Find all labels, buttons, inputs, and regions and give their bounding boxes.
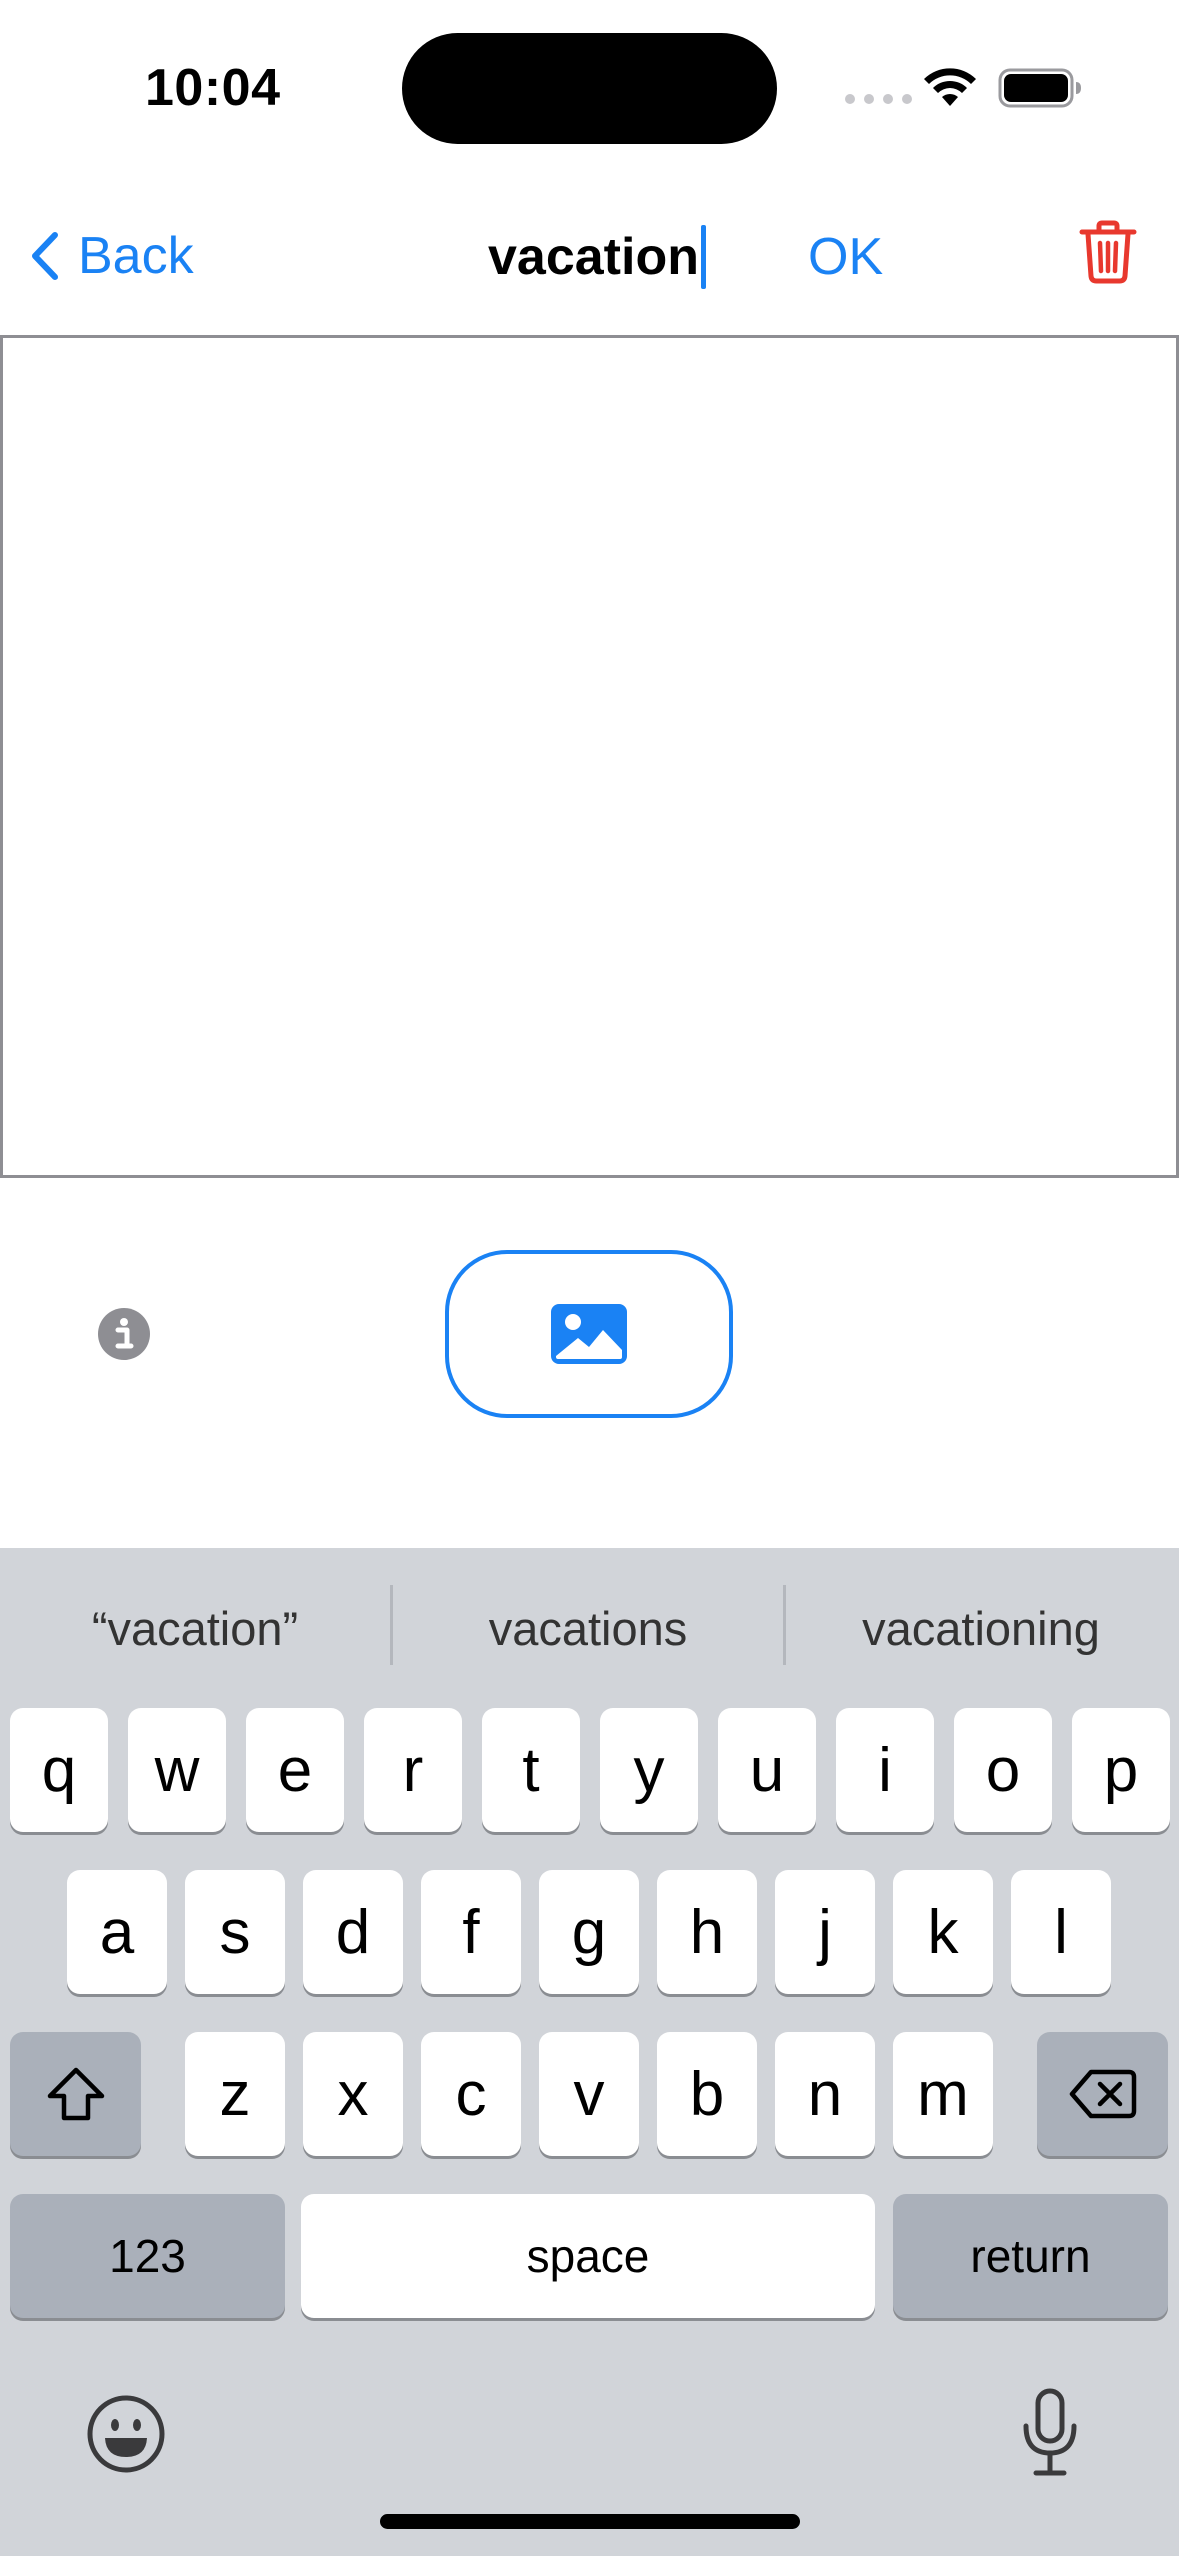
image-canvas[interactable] bbox=[0, 335, 1179, 1178]
key-s[interactable]: s bbox=[185, 1870, 285, 1994]
back-label: Back bbox=[78, 227, 194, 285]
delete-key[interactable] bbox=[1037, 2032, 1168, 2156]
title-text: vacation bbox=[488, 228, 699, 286]
keyboard: “vacation” vacations vacationing q w e r… bbox=[0, 1548, 1179, 2556]
key-h[interactable]: h bbox=[657, 1870, 757, 1994]
delete-icon bbox=[1069, 2069, 1136, 2119]
info-icon[interactable] bbox=[98, 1308, 150, 1360]
key-t[interactable]: t bbox=[482, 1708, 580, 1832]
key-g[interactable]: g bbox=[539, 1870, 639, 1994]
key-e[interactable]: e bbox=[246, 1708, 344, 1832]
dynamic-island bbox=[402, 33, 777, 144]
key-m[interactable]: m bbox=[893, 2032, 993, 2156]
battery-icon bbox=[998, 68, 1081, 108]
text-cursor bbox=[700, 225, 706, 289]
wifi-icon bbox=[924, 68, 976, 106]
key-c[interactable]: c bbox=[421, 2032, 521, 2156]
key-q[interactable]: q bbox=[10, 1708, 108, 1832]
key-a[interactable]: a bbox=[67, 1870, 167, 1994]
back-button[interactable]: Back bbox=[28, 218, 194, 294]
key-z[interactable]: z bbox=[185, 2032, 285, 2156]
trash-icon[interactable] bbox=[1078, 220, 1138, 284]
key-x[interactable]: x bbox=[303, 2032, 403, 2156]
microphone-icon[interactable] bbox=[1020, 2388, 1080, 2478]
key-i[interactable]: i bbox=[836, 1708, 934, 1832]
ok-button[interactable]: OK bbox=[808, 222, 883, 292]
key-p[interactable]: p bbox=[1072, 1708, 1170, 1832]
key-l[interactable]: l bbox=[1011, 1870, 1111, 1994]
chevron-left-icon bbox=[32, 232, 58, 280]
key-y[interactable]: y bbox=[600, 1708, 698, 1832]
key-v[interactable]: v bbox=[539, 2032, 639, 2156]
suggestion-item[interactable]: vacations bbox=[393, 1588, 783, 1668]
key-r[interactable]: r bbox=[364, 1708, 462, 1832]
shift-key[interactable] bbox=[10, 2032, 141, 2156]
shift-icon bbox=[47, 2067, 104, 2121]
signal-dots-icon bbox=[845, 94, 912, 104]
key-d[interactable]: d bbox=[303, 1870, 403, 1994]
key-u[interactable]: u bbox=[718, 1708, 816, 1832]
title-input[interactable]: vacation bbox=[488, 222, 706, 292]
key-j[interactable]: j bbox=[775, 1870, 875, 1994]
key-f[interactable]: f bbox=[421, 1870, 521, 1994]
return-key[interactable]: return bbox=[893, 2194, 1168, 2318]
suggestion-item[interactable]: vacationing bbox=[786, 1588, 1176, 1668]
photo-icon bbox=[551, 1304, 627, 1364]
space-key[interactable]: space bbox=[301, 2194, 875, 2318]
key-o[interactable]: o bbox=[954, 1708, 1052, 1832]
suggestion-bar: “vacation” vacations vacationing bbox=[0, 1548, 1179, 1703]
key-b[interactable]: b bbox=[657, 2032, 757, 2156]
key-k[interactable]: k bbox=[893, 1870, 993, 1994]
emoji-icon[interactable] bbox=[86, 2394, 166, 2474]
status-time: 10:04 bbox=[145, 59, 281, 117]
key-n[interactable]: n bbox=[775, 2032, 875, 2156]
home-indicator[interactable] bbox=[380, 2514, 800, 2529]
numbers-key[interactable]: 123 bbox=[10, 2194, 285, 2318]
choose-photo-button[interactable] bbox=[445, 1250, 733, 1418]
key-w[interactable]: w bbox=[128, 1708, 226, 1832]
suggestion-item[interactable]: “vacation” bbox=[0, 1588, 390, 1668]
